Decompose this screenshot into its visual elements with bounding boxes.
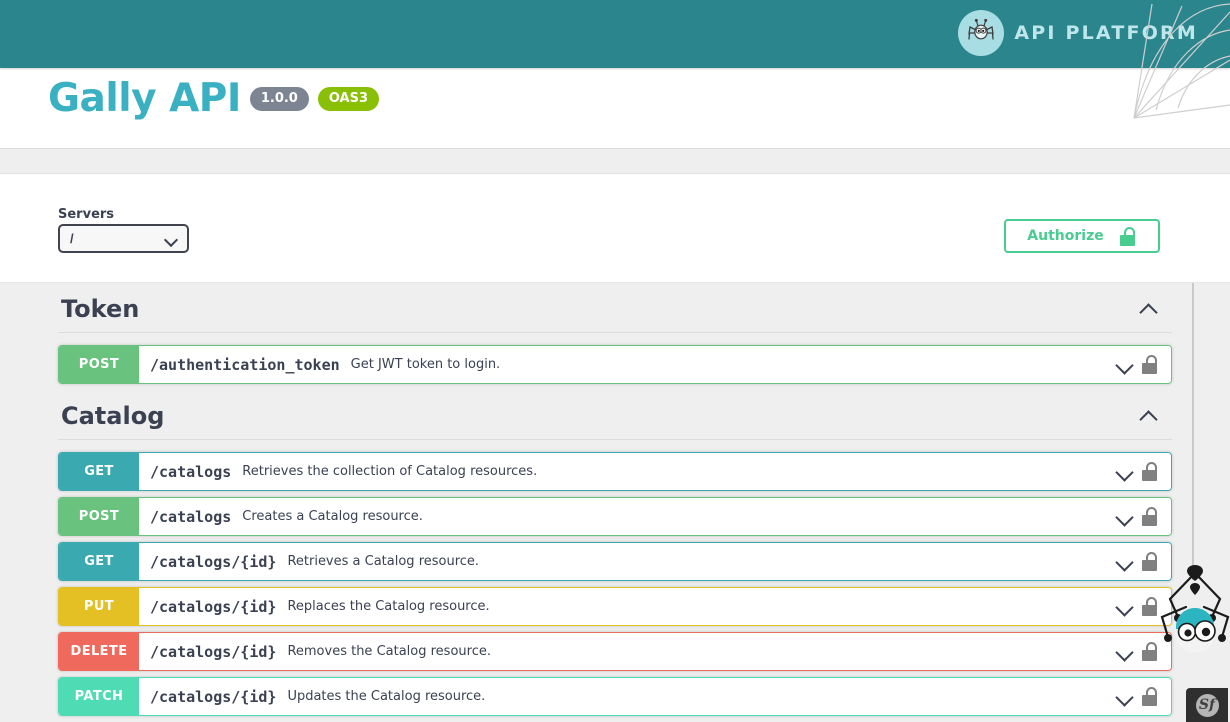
tag-header-catalog[interactable]: Catalog xyxy=(58,390,1172,440)
operation-path: /authentication_token xyxy=(150,355,340,374)
chevron-down-icon[interactable] xyxy=(1114,597,1134,617)
authorize-button[interactable]: Authorize xyxy=(1004,219,1160,253)
unlock-icon[interactable] xyxy=(1142,687,1159,706)
operations-area: Token POST/authentication_token Get JWT to… xyxy=(0,283,1230,722)
operation-row[interactable]: POST/catalogs Creates a Catalog resource. xyxy=(58,497,1172,536)
page-title: Gally API xyxy=(48,76,241,121)
operation-summary-area: /catalogs Creates a Catalog resource. xyxy=(139,498,1108,535)
symfony-logo-icon: Sf xyxy=(1195,693,1219,717)
tag-name: Catalog xyxy=(61,402,165,430)
operation-path: /catalogs xyxy=(150,507,232,526)
operation-summary-area: /catalogs/{id} Retrieves a Catalog resour… xyxy=(139,543,1108,580)
servers-label: Servers xyxy=(58,207,115,222)
authorize-label: Authorize xyxy=(1027,228,1104,244)
operation-description: Get JWT token to login. xyxy=(350,357,501,372)
operation-row[interactable]: POST/authentication_token Get JWT token t… xyxy=(58,345,1172,384)
chevron-down-icon[interactable] xyxy=(1114,507,1134,527)
tag-list: Token POST/authentication_token Get JWT to… xyxy=(58,283,1172,716)
operation-description: Retrieves a Catalog resource. xyxy=(287,554,480,569)
operation-path: /catalogs xyxy=(150,462,232,481)
brand-label: API PLATFORM xyxy=(1014,22,1198,44)
chevron-up-icon[interactable] xyxy=(1138,405,1160,427)
unlock-icon[interactable] xyxy=(1142,355,1159,374)
unlock-icon[interactable] xyxy=(1142,507,1159,526)
api-info-block: Gally API 1.0.0 OAS3 xyxy=(0,68,1230,148)
version-badge: 1.0.0 xyxy=(249,86,309,111)
operation-summary-area: /catalogs/{id} Updates the Catalog resour… xyxy=(139,678,1108,715)
operation-summary-area: /catalogs/{id} Removes the Catalog resour… xyxy=(139,633,1108,670)
chevron-down-icon[interactable] xyxy=(1114,355,1134,375)
chevron-down-icon[interactable] xyxy=(1114,687,1134,707)
operation-description: Retrieves the collection of Catalog reso… xyxy=(242,464,538,479)
operation-path: /catalogs/{id} xyxy=(150,642,277,661)
method-badge: POST xyxy=(59,346,139,383)
chevron-down-icon[interactable] xyxy=(1114,462,1134,482)
server-select-value: / xyxy=(70,231,74,246)
tag-section: Token POST/authentication_token Get JWT to… xyxy=(58,283,1172,384)
tag-spacer xyxy=(58,333,1172,345)
operation-controls xyxy=(1108,678,1171,715)
symfony-debug-toolbar-badge[interactable]: Sf xyxy=(1186,688,1228,722)
chevron-down-icon[interactable] xyxy=(1114,552,1134,572)
operation-summary-area: /catalogs/{id} Replaces the Catalog resou… xyxy=(139,588,1108,625)
tag-spacer xyxy=(58,440,1172,452)
swagger-ui-page: API PLATFORM Gally API 1.0.0 OAS3 Server… xyxy=(0,0,1230,722)
operation-path: /catalogs/{id} xyxy=(150,687,277,706)
spider-mascot-icon xyxy=(1160,565,1230,653)
operation-description: Creates a Catalog resource. xyxy=(242,509,423,524)
topbar: API PLATFORM xyxy=(0,0,1230,68)
operation-row[interactable]: PUT/catalogs/{id} Replaces the Catalog re… xyxy=(58,587,1172,626)
operation-description: Updates the Catalog resource. xyxy=(287,689,486,704)
oas-badge: OAS3 xyxy=(317,86,380,111)
tag-name: Token xyxy=(61,295,140,323)
method-badge: PATCH xyxy=(59,678,139,715)
title-row: Gally API 1.0.0 OAS3 xyxy=(48,76,380,121)
info-divider-strip xyxy=(0,148,1230,174)
api-platform-brand[interactable]: API PLATFORM xyxy=(958,10,1198,56)
operation-description: Removes the Catalog resource. xyxy=(287,644,491,659)
operation-summary-area: /authentication_token Get JWT token to lo… xyxy=(139,346,1108,383)
operation-summary-area: /catalogs Retrieves the collection of Cat… xyxy=(139,453,1108,490)
operation-row[interactable]: DELETE/catalogs/{id} Removes the Catalog … xyxy=(58,632,1172,671)
operation-controls xyxy=(1108,453,1171,490)
unlock-icon[interactable] xyxy=(1142,462,1159,481)
method-badge: DELETE xyxy=(59,633,139,670)
operation-row[interactable]: PATCH/catalogs/{id} Updates the Catalog r… xyxy=(58,677,1172,716)
server-select[interactable]: / xyxy=(58,224,189,253)
operation-path: /catalogs/{id} xyxy=(150,552,277,571)
spider-robot-icon xyxy=(958,10,1005,56)
method-badge: GET xyxy=(59,453,139,490)
unlock-icon xyxy=(1119,226,1137,246)
chevron-up-icon[interactable] xyxy=(1138,298,1160,320)
operation-row[interactable]: GET/catalogs Retrieves the collection of … xyxy=(58,452,1172,491)
operation-path: /catalogs/{id} xyxy=(150,597,277,616)
chevron-down-icon[interactable] xyxy=(1114,642,1134,662)
method-badge: POST xyxy=(59,498,139,535)
operation-controls xyxy=(1108,498,1171,535)
operation-controls xyxy=(1108,346,1171,383)
chevron-down-icon xyxy=(165,233,177,245)
operation-row[interactable]: GET/catalogs/{id} Retrieves a Catalog res… xyxy=(58,542,1172,581)
tag-section: Catalog GET/catalogs Retrieves the collect… xyxy=(58,390,1172,716)
operation-description: Replaces the Catalog resource. xyxy=(287,599,490,614)
method-badge: PUT xyxy=(59,588,139,625)
method-badge: GET xyxy=(59,543,139,580)
tag-header-token[interactable]: Token xyxy=(58,283,1172,333)
